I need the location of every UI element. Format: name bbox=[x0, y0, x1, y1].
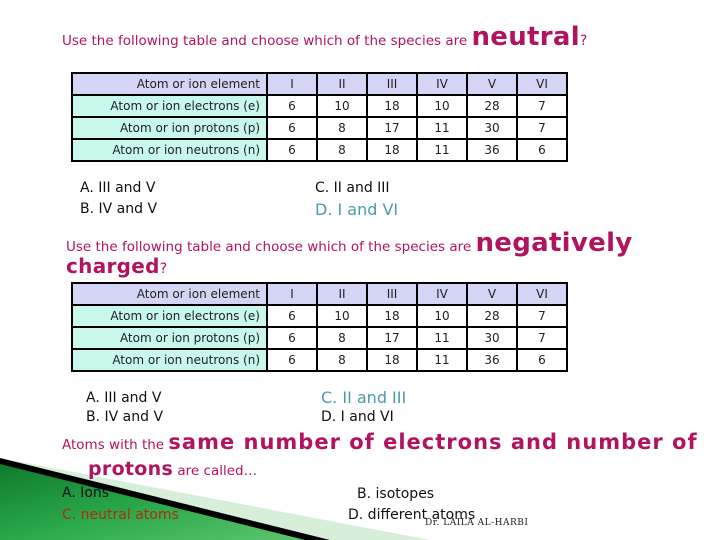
footer-credit: Dr. LAILA AL-HARBI bbox=[425, 518, 529, 528]
table-header-row: Atom or ion element I II III IV V VI bbox=[71, 72, 568, 96]
table-cell: 30 bbox=[466, 326, 518, 350]
column-header: IV bbox=[416, 72, 468, 96]
table-cell: 18 bbox=[366, 304, 418, 328]
column-header: VI bbox=[516, 282, 568, 306]
question-2-text: Use the following table and choose which… bbox=[66, 239, 476, 255]
table-cell: 8 bbox=[316, 326, 368, 350]
question-1-text: Use the following table and choose which… bbox=[62, 33, 472, 49]
table-cell: 11 bbox=[416, 326, 468, 350]
table-cell: 36 bbox=[466, 348, 518, 372]
column-header: V bbox=[466, 282, 518, 306]
table-cell: 18 bbox=[366, 348, 418, 372]
column-header: I bbox=[266, 72, 318, 96]
question-3-option-b[interactable]: B. isotopes bbox=[357, 486, 434, 502]
table-cell: 7 bbox=[516, 326, 568, 350]
table-cell: 6 bbox=[516, 348, 568, 372]
question-3-prompt: Atoms with the same number of electrons … bbox=[62, 430, 698, 454]
table-header-label: Atom or ion element bbox=[71, 282, 268, 306]
question-3-keyword: same number of electrons and number of bbox=[168, 430, 698, 454]
table-cell: 6 bbox=[266, 116, 318, 140]
table-cell: 28 bbox=[466, 304, 518, 328]
table-cell: 11 bbox=[416, 348, 468, 372]
question-3-option-a[interactable]: A. Ions bbox=[62, 485, 109, 501]
table-row: Atom or ion electrons (e) 6 10 18 10 28 … bbox=[71, 304, 568, 328]
table-row: Atom or ion electrons (e) 6 10 18 10 28 … bbox=[71, 94, 568, 118]
table-cell: 11 bbox=[416, 138, 468, 162]
question-3-option-c[interactable]: C. neutral atoms bbox=[62, 507, 179, 523]
column-header: V bbox=[466, 72, 518, 96]
table-cell: 10 bbox=[416, 94, 468, 118]
row-label: Atom or ion neutrons (n) bbox=[71, 138, 268, 162]
table-cell: 18 bbox=[366, 138, 418, 162]
column-header: III bbox=[366, 72, 418, 96]
table-cell: 7 bbox=[516, 304, 568, 328]
table-cell: 17 bbox=[366, 116, 418, 140]
table-cell: 6 bbox=[266, 326, 318, 350]
question-2-keyword: negatively bbox=[475, 228, 633, 258]
table-header-row: Atom or ion element I II III IV V VI bbox=[71, 282, 568, 306]
column-header: II bbox=[316, 282, 368, 306]
table-row: Atom or ion neutrons (n) 6 8 18 11 36 6 bbox=[71, 138, 568, 162]
column-header: II bbox=[316, 72, 368, 96]
table-cell: 6 bbox=[516, 138, 568, 162]
question-1-option-b[interactable]: B. IV and V bbox=[80, 201, 157, 217]
row-label: Atom or ion neutrons (n) bbox=[71, 348, 268, 372]
question-2-option-d[interactable]: D. I and VI bbox=[321, 409, 394, 425]
table-cell: 10 bbox=[316, 94, 368, 118]
row-label: Atom or ion protons (p) bbox=[71, 326, 268, 350]
question-2-table: Atom or ion element I II III IV V VI Ato… bbox=[71, 282, 568, 372]
question-3-prompt-line2: protons are called… bbox=[88, 458, 257, 480]
question-1-keyword: neutral bbox=[471, 22, 580, 52]
table-cell: 7 bbox=[516, 94, 568, 118]
question-1-mark: ? bbox=[579, 33, 588, 49]
row-label: Atom or ion electrons (e) bbox=[71, 304, 268, 328]
table-cell: 8 bbox=[316, 138, 368, 162]
table-row: Atom or ion protons (p) 6 8 17 11 30 7 bbox=[71, 326, 568, 350]
table-cell: 28 bbox=[466, 94, 518, 118]
table-row: Atom or ion protons (p) 6 8 17 11 30 7 bbox=[71, 116, 568, 140]
table-cell: 10 bbox=[416, 304, 468, 328]
table-cell: 30 bbox=[466, 116, 518, 140]
table-cell: 17 bbox=[366, 326, 418, 350]
column-header: VI bbox=[516, 72, 568, 96]
question-2-prompt-line2: charged? bbox=[66, 254, 167, 278]
column-header: I bbox=[266, 282, 318, 306]
table-cell: 36 bbox=[466, 138, 518, 162]
question-2-option-c[interactable]: C. II and III bbox=[321, 388, 406, 407]
question-1-table: Atom or ion element I II III IV V VI Ato… bbox=[71, 72, 568, 162]
table-cell: 11 bbox=[416, 116, 468, 140]
row-label: Atom or ion electrons (e) bbox=[71, 94, 268, 118]
column-header: IV bbox=[416, 282, 468, 306]
table-cell: 8 bbox=[316, 116, 368, 140]
table-cell: 10 bbox=[316, 304, 368, 328]
question-2-option-a[interactable]: A. III and V bbox=[86, 390, 161, 406]
question-2-option-b[interactable]: B. IV and V bbox=[86, 409, 163, 425]
question-1-option-a[interactable]: A. III and V bbox=[80, 180, 155, 196]
table-row: Atom or ion neutrons (n) 6 8 18 11 36 6 bbox=[71, 348, 568, 372]
table-cell: 6 bbox=[266, 304, 318, 328]
table-header-label: Atom or ion element bbox=[71, 72, 268, 96]
question-1-option-d[interactable]: D. I and VI bbox=[315, 200, 398, 219]
table-cell: 6 bbox=[266, 138, 318, 162]
table-cell: 6 bbox=[266, 94, 318, 118]
table-cell: 18 bbox=[366, 94, 418, 118]
row-label: Atom or ion protons (p) bbox=[71, 116, 268, 140]
table-cell: 6 bbox=[266, 348, 318, 372]
question-3-keyword-2: protons bbox=[88, 458, 174, 480]
question-3-suffix: are called… bbox=[173, 463, 258, 479]
question-1-prompt: Use the following table and choose which… bbox=[62, 22, 587, 52]
table-cell: 8 bbox=[316, 348, 368, 372]
question-2-keyword-2: charged bbox=[66, 254, 160, 278]
question-1-option-c[interactable]: C. II and III bbox=[315, 180, 390, 196]
table-cell: 7 bbox=[516, 116, 568, 140]
question-3-text: Atoms with the bbox=[62, 437, 169, 453]
question-2-mark: ? bbox=[159, 261, 168, 277]
column-header: III bbox=[366, 282, 418, 306]
